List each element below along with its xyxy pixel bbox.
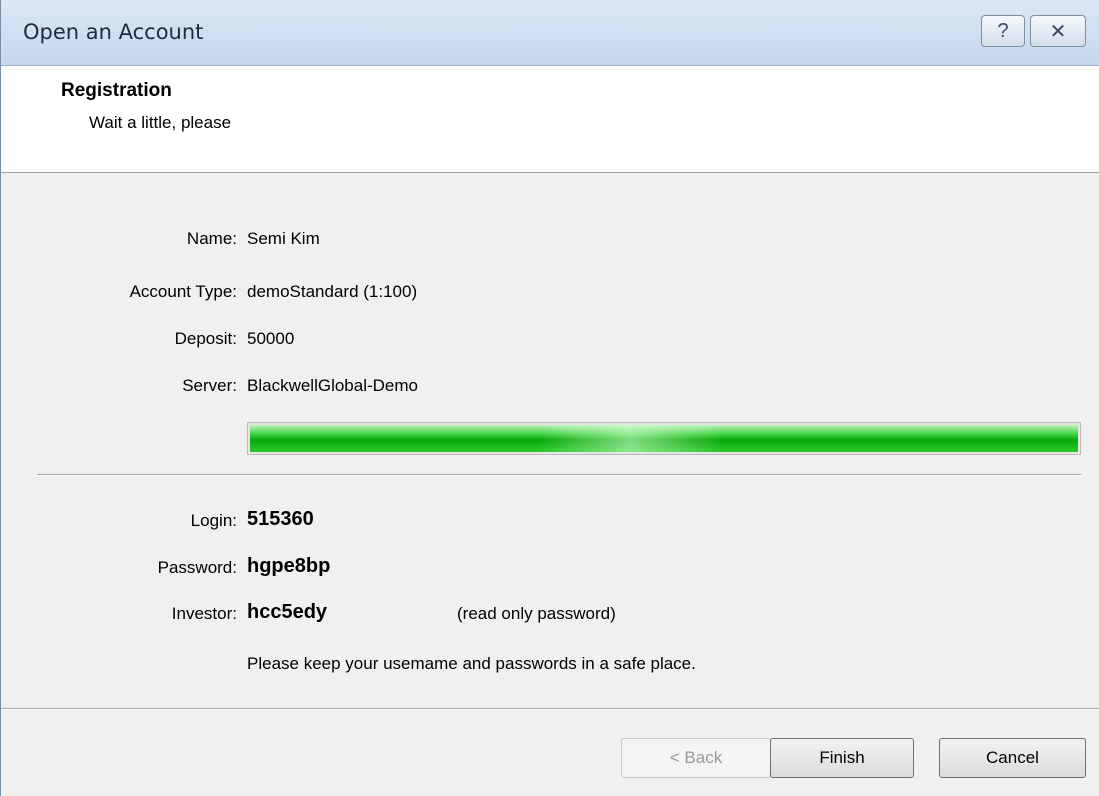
password-value: hgpe8bp: [247, 555, 331, 577]
open-account-dialog: Open an Account ? ✕ Registration Wait a …: [0, 0, 1099, 796]
page-title: Registration: [61, 80, 172, 101]
wizard-header: Registration Wait a little, please: [1, 66, 1099, 173]
investor-label: Investor:: [171, 604, 237, 623]
registration-progress-bar: [247, 422, 1081, 455]
server-value: BlackwellGlobal-Demo: [247, 376, 419, 395]
safety-notice: Please keep your usemame and passwords i…: [247, 654, 696, 674]
name-value: Semi Kim: [247, 229, 320, 248]
login-value: 515360: [247, 508, 314, 530]
close-icon: ✕: [1049, 20, 1067, 43]
finish-button[interactable]: Finish: [770, 738, 914, 778]
safety-notice-text: Please keep your usemame and passwords i…: [247, 654, 696, 673]
investor-note: (read only password): [457, 604, 616, 623]
page-subtitle: Wait a little, please: [89, 113, 232, 132]
back-button[interactable]: < Back: [621, 738, 771, 778]
deposit-value: 50000: [247, 329, 295, 348]
name-label: Name:: [186, 229, 237, 248]
help-icon: ?: [997, 19, 1009, 42]
divider: [37, 474, 1081, 476]
cancel-button[interactable]: Cancel: [939, 738, 1086, 778]
title-bar: Open an Account ? ✕: [1, 0, 1099, 66]
progress-fill: [250, 425, 1078, 452]
close-button[interactable]: ✕: [1030, 15, 1086, 47]
help-button[interactable]: ?: [981, 15, 1025, 47]
account-type-value: demoStandard (1:100): [247, 282, 418, 301]
investor-value: hcc5edy: [247, 601, 328, 623]
server-label: Server:: [182, 376, 237, 395]
login-label: Login:: [190, 511, 237, 530]
window-title: Open an Account: [23, 20, 204, 44]
password-label: Password:: [157, 558, 237, 577]
deposit-label: Deposit:: [174, 329, 237, 348]
footer-divider: [1, 708, 1099, 710]
account-type-label: Account Type:: [129, 282, 237, 301]
